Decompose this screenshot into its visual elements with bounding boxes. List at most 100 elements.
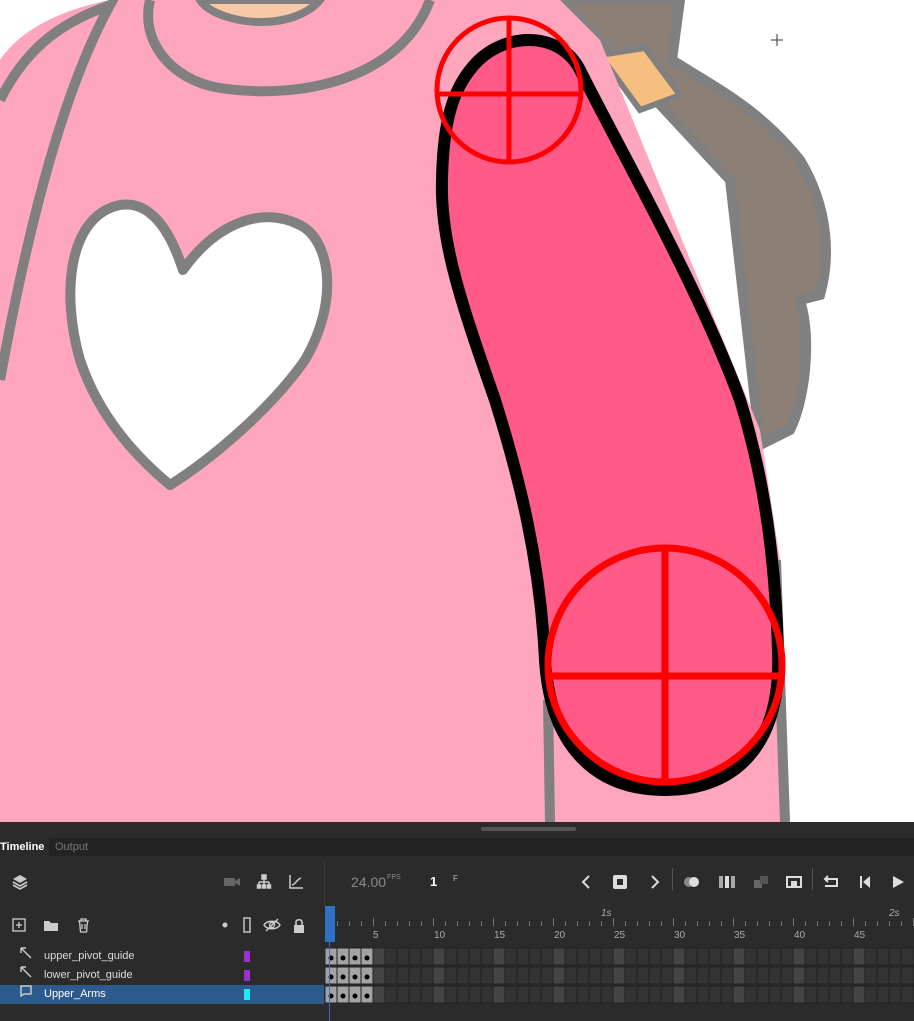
frame-cell [444,947,458,966]
keyframe-dot [364,993,370,999]
frame-cell [540,966,554,985]
frame-cell [696,985,710,1004]
frame-cell [456,966,470,985]
frame-cell [888,947,902,966]
frame-cell [396,966,410,985]
playhead[interactable] [325,906,335,942]
paste-frames-icon[interactable] [751,872,771,892]
frame-cell [420,966,434,985]
divider [324,860,325,906]
frame-cell [600,966,614,985]
layer-row[interactable]: lower_pivot_guide [0,966,324,985]
frame-cell [756,947,770,966]
frame-ruler[interactable]: 1s 2s 5 10 15 20 25 30 35 40 45 [325,906,914,946]
artwork [0,0,831,822]
frame-cells[interactable] [325,946,914,1021]
frame-cell [612,966,626,985]
frame-cell [516,985,530,1004]
tab-output[interactable]: Output [49,838,94,856]
next-keyframe-icon[interactable] [645,872,665,892]
graph-editor-icon[interactable] [286,872,306,892]
keyframe-dot [340,974,346,980]
frame-grid[interactable]: 1s 2s 5 10 15 20 25 30 35 40 45 [325,906,914,1021]
keyframe-dot [340,993,346,999]
prev-keyframe-icon[interactable] [576,872,596,892]
layer-color-swatch[interactable] [244,989,250,1000]
lock-icon[interactable] [290,916,308,934]
frame-cell [672,985,686,1004]
frame-cell [456,947,470,966]
stage-canvas[interactable] [0,0,914,822]
frame-cell [900,985,914,1004]
frame-cell [900,947,914,966]
frame-cell [600,947,614,966]
edit-multiple-frames-icon[interactable] [717,872,737,892]
frame-cell [708,985,722,1004]
visibility-icon[interactable] [262,916,282,934]
frame-cell [768,985,782,1004]
create-tween-icon[interactable] [784,872,804,892]
step-back-icon[interactable] [856,872,876,892]
current-frame-display[interactable]: 1 [430,874,437,889]
new-folder-icon[interactable] [42,916,60,934]
frame-cell [432,947,446,966]
layer-list: upper_pivot_guide lower_pivot_guide Uppe… [0,947,324,1004]
keyframe-dot [364,955,370,961]
frame-cell [396,985,410,1004]
guide-icon [20,966,34,985]
layer-row[interactable]: upper_pivot_guide [0,947,324,966]
frame-cell [780,947,794,966]
frame-cell [588,985,602,1004]
frame-cell [648,985,662,1004]
frame-cell [612,947,626,966]
frame-cell [840,985,854,1004]
frame-cell [384,947,398,966]
camera-icon[interactable] [222,872,242,892]
fps-display[interactable]: 24.00FPS [351,874,401,890]
frame-cell [540,985,554,1004]
frame-cell [888,985,902,1004]
frame-cell [552,947,566,966]
frame-cell [468,966,482,985]
frame-cell [576,985,590,1004]
layers-icon[interactable] [10,872,30,892]
frame-cell [732,985,746,1004]
tab-timeline[interactable]: Timeline [0,838,49,856]
frame-cell [816,985,830,1004]
frame-cell [432,966,446,985]
layer-color-swatch[interactable] [244,951,250,962]
frame-tick-label: 35 [734,930,746,941]
playhead-line [329,942,330,1021]
frame-cell [408,985,422,1004]
loop-icon[interactable] [821,872,841,892]
delete-layer-icon[interactable] [74,916,92,934]
frame-tick-label: 40 [794,930,806,941]
frame-unit-label: F [453,874,458,883]
frame-cell [744,985,758,1004]
frame-cell [504,966,518,985]
play-icon[interactable] [888,872,908,892]
frame-cell [864,947,878,966]
frame-cell [624,947,638,966]
layer-color-swatch[interactable] [244,970,250,981]
frame-cell [756,966,770,985]
layer-toolbar [0,906,324,944]
frame-cell [504,985,518,1004]
frame-tick-label: 10 [434,930,446,941]
frame-cell [468,985,482,1004]
onion-skin-icon[interactable] [682,872,702,892]
layer-row-selected[interactable]: Upper_Arms [0,985,324,1004]
frame-cell [468,947,482,966]
panel-resize-handle[interactable] [481,827,576,831]
insert-keyframe-icon[interactable] [610,872,630,892]
frame-cell [372,985,386,1004]
outline-toggle-icon[interactable] [240,916,254,934]
frame-cell [540,947,554,966]
frame-cell [516,966,530,985]
new-layer-icon[interactable] [10,916,28,934]
frame-cell [420,947,434,966]
layer-parenting-icon[interactable] [254,872,274,892]
frame-cell [660,947,674,966]
layer-icon [20,985,34,1004]
highlight-dot-icon[interactable] [218,916,232,934]
